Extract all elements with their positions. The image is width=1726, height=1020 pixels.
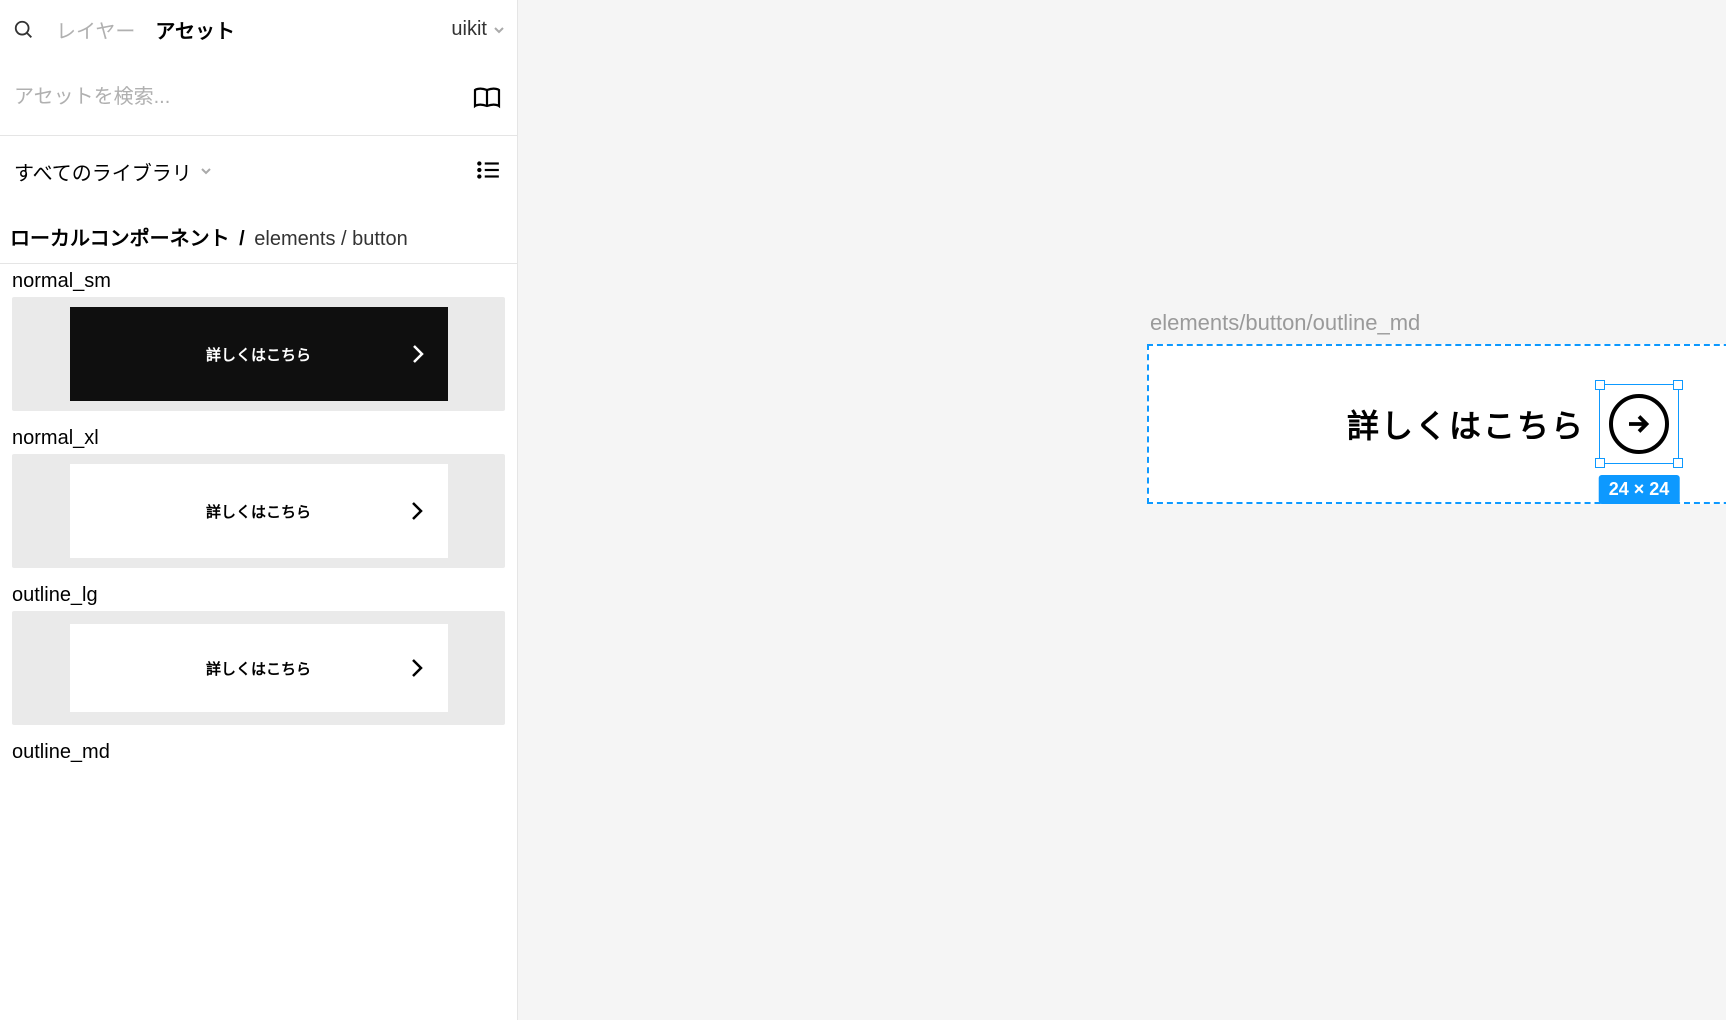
chevron-right-icon (411, 501, 423, 521)
library-filter-row: すべてのライブラリ (0, 136, 517, 206)
button-text: 詳しくはこちら (206, 344, 311, 365)
chevron-down-icon (493, 24, 505, 36)
asset-search-input[interactable] (14, 86, 471, 109)
button-text: 詳しくはこちら (206, 658, 311, 679)
selection-box[interactable]: 24 × 24 (1599, 384, 1679, 464)
dimensions-badge: 24 × 24 (1599, 475, 1680, 504)
library-filter-select[interactable]: すべてのライブラリ (14, 157, 212, 186)
search-icon[interactable] (12, 18, 36, 42)
component-frame-outline-md[interactable]: 詳しくはこちら 24 × 24 (1147, 344, 1726, 504)
button-preview-dark: 詳しくはこちら (70, 307, 448, 401)
icon-selection-wrapper: 24 × 24 (1609, 394, 1669, 454)
resize-handle-bl[interactable] (1595, 458, 1605, 468)
button-label: 詳しくはこちら (1347, 401, 1585, 447)
breadcrumb[interactable]: ローカルコンポーネント / elements / button (0, 206, 517, 264)
frame-name-label[interactable]: elements/button/outline_md (1150, 310, 1420, 336)
panel-top-bar: レイヤー アセット uikit (0, 0, 517, 60)
button-preview-light-md: 詳しくはこちら (70, 624, 448, 712)
button-instance[interactable]: 詳しくはこちら 24 × 24 (1149, 346, 1726, 502)
library-icon[interactable] (471, 82, 503, 114)
design-canvas[interactable]: elements/button/outline_md 詳しくはこちら 24 × … (518, 0, 1726, 1020)
component-label: outline_md (12, 735, 505, 768)
chevron-right-icon (411, 658, 423, 678)
breadcrumb-root: ローカルコンポーネント (10, 228, 230, 250)
resize-handle-tr[interactable] (1673, 380, 1683, 390)
button-preview-light: 詳しくはこちら (70, 464, 448, 558)
chevron-down-icon (200, 165, 212, 177)
button-text: 詳しくはこちら (206, 501, 311, 522)
component-label: normal_xl (12, 421, 505, 454)
component-label: outline_lg (12, 578, 505, 611)
component-thumbnail[interactable]: 詳しくはこちら (12, 454, 505, 568)
library-filter-label: すべてのライブラリ (14, 157, 192, 186)
tab-assets[interactable]: アセット (155, 15, 235, 44)
component-list[interactable]: normal_sm 詳しくはこちら normal_xl 詳しくはこちら outl… (0, 264, 517, 1020)
breadcrumb-path: elements / button (254, 228, 407, 250)
breadcrumb-sep: / (239, 228, 245, 250)
page-selector[interactable]: uikit (451, 18, 505, 41)
assets-panel: レイヤー アセット uikit すべてのライブラリ ローカルコンポーネント / (0, 0, 518, 1020)
component-thumbnail[interactable]: 詳しくはこちら (12, 611, 505, 725)
component-label: normal_sm (12, 264, 505, 297)
component-thumbnail[interactable]: 詳しくはこちら (12, 297, 505, 411)
resize-handle-tl[interactable] (1595, 380, 1605, 390)
asset-search-row (0, 60, 517, 136)
page-name: uikit (451, 18, 487, 41)
resize-handle-br[interactable] (1673, 458, 1683, 468)
tab-layers[interactable]: レイヤー (56, 15, 135, 44)
list-view-icon[interactable] (475, 157, 503, 185)
chevron-right-icon (412, 344, 424, 364)
